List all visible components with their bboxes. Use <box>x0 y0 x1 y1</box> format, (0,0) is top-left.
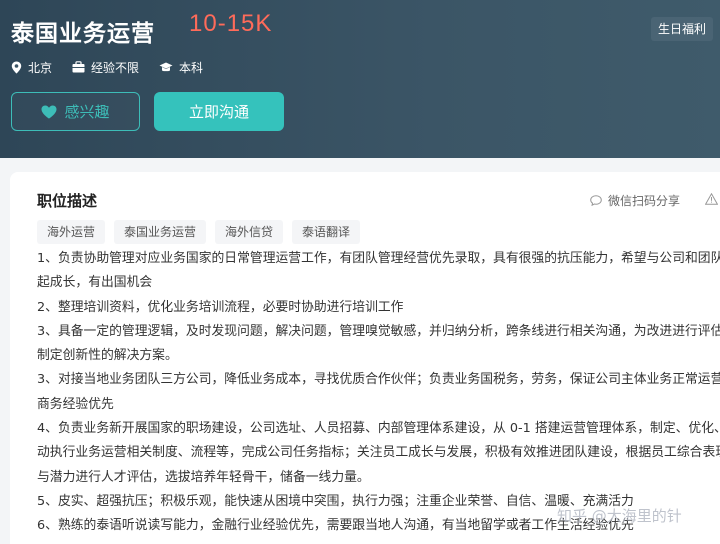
salary: 10-15K <box>189 10 273 37</box>
watermark: 知乎 @大海里的针 <box>557 507 682 525</box>
skill-tag: 海外信贷 <box>215 220 284 244</box>
skill-tag: 泰国业务运营 <box>114 220 207 244</box>
skill-tags: 海外运营 泰国业务运营 海外信贷 泰语翻译 <box>37 220 369 244</box>
skill-tag: 海外运营 <box>37 220 106 244</box>
description-line: 1、负责协助管理对应业务国家的日常管理运营工作，有团队管理经营优先录取，具有很强… <box>37 251 720 266</box>
experience-text: 经验不限 <box>91 60 140 75</box>
description-line: 3、具备一定的管理逻辑，及时发现问题，解决问题，管理嗅觉敏感，并归纳分析，跨条线… <box>37 323 720 339</box>
job-description-card: 职位描述 微信扫码分享 海外运营 泰国业务运营 海外信贷 泰语翻译 1、负责协助… <box>10 172 720 544</box>
location-item: 北京 <box>11 59 52 76</box>
description-line: 与潜力进行人才评估，选拔培养年轻骨干，储备一线力量。 <box>37 469 370 485</box>
description-line: 3、对接当地业务团队三方公司，降低业务成本，寻找优质合作伙伴；负责业务国税务，劳… <box>37 372 720 388</box>
wechat-share-button[interactable]: 微信扫码分享 <box>590 192 680 209</box>
description-line: 2、整理培训资料，优化业务培训流程，必要时协助进行培训工作 <box>37 299 404 315</box>
skill-tag: 泰语翻译 <box>292 220 361 244</box>
description-line: 4、负责业务新开展国家的职场建设，公司选址、人员招募、内部管理体系建设，从 0-… <box>37 421 720 437</box>
job-title: 泰国业务运营 <box>11 21 155 47</box>
section-title: 职位描述 <box>37 192 98 210</box>
job-meta: 北京 经验不限 本科 <box>11 58 223 76</box>
education-text: 本科 <box>179 60 204 75</box>
education-item: 本科 <box>159 59 203 76</box>
job-description-text: 1、负责协助管理对应业务国家的日常管理运营工作，有团队管理经营优先录取，具有很强… <box>37 247 720 539</box>
location-text: 北京 <box>28 60 53 75</box>
chat-now-button[interactable]: 立即沟通 <box>154 92 284 131</box>
briefcase-icon <box>72 61 85 73</box>
description-line: 动执行业务运营相关制度、流程等，完成公司任务指标；关注员工成长与发展，积极有效推… <box>37 445 720 461</box>
chat-bubble-icon <box>590 195 602 206</box>
interest-label: 感兴趣 <box>64 103 110 121</box>
job-header: 泰国业务运营 10-15K 生日福利 北京 经验不限 本科 感兴趣 立即沟通 <box>0 0 720 158</box>
graduation-cap-icon <box>159 62 173 71</box>
interest-button[interactable]: 感兴趣 <box>11 92 140 131</box>
benefit-tag: 生日福利 <box>651 17 714 41</box>
share-label: 微信扫码分享 <box>608 194 681 208</box>
description-line: 商务经验优先 <box>37 396 114 412</box>
description-line: 制定创新性的解决方案。 <box>37 348 178 364</box>
description-line: 起成长，有出国机会 <box>37 275 153 291</box>
chat-now-label: 立即沟通 <box>188 103 249 121</box>
location-pin-icon <box>11 61 22 73</box>
experience-item: 经验不限 <box>72 59 139 76</box>
heart-icon <box>41 105 57 118</box>
warning-icon[interactable] <box>705 193 718 205</box>
